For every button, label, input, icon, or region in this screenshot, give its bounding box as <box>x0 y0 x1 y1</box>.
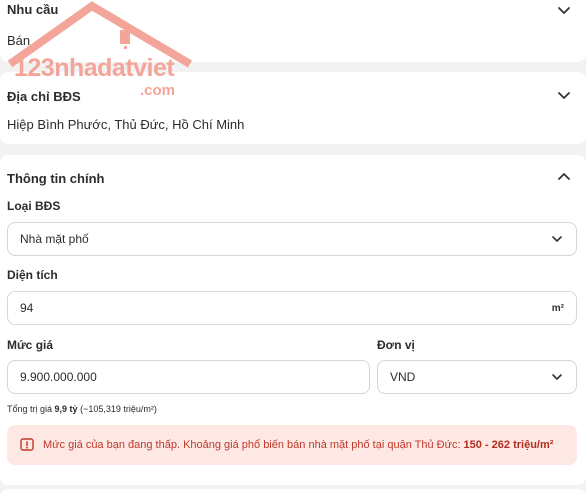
chevron-up-icon[interactable] <box>556 169 572 185</box>
area-label: Diện tích <box>7 268 58 282</box>
warning-range: 150 - 262 triệu/m² <box>463 439 554 451</box>
address-value: Hiệp Bình Phước, Thủ Đức, Hồ Chí Minh <box>7 117 245 132</box>
address-section[interactable]: Địa chỉ BĐS Hiệp Bình Phước, Thủ Đức, Hồ… <box>0 72 586 144</box>
total-amount: 9,9 tỷ <box>54 404 78 414</box>
price-label: Mức giá <box>7 338 54 352</box>
chevron-down-icon[interactable] <box>556 87 572 103</box>
unit-label: Đơn vị <box>377 338 415 352</box>
next-section <box>0 489 586 499</box>
unit-value: VND <box>390 370 416 384</box>
property-type-label: Loại BĐS <box>7 199 61 213</box>
warning-text: Mức giá của bạn đang thấp. Khoảng giá ph… <box>43 439 461 451</box>
price-warning: Mức giá của bạn đang thấp. Khoảng giá ph… <box>7 425 577 465</box>
chevron-down-icon <box>552 236 562 242</box>
warning-icon <box>20 438 34 451</box>
need-title: Nhu cầu <box>7 2 59 17</box>
area-value: 94 <box>20 301 34 315</box>
price-input[interactable]: 9.900.000.000 <box>7 360 370 394</box>
unit-select[interactable]: VND <box>377 360 577 394</box>
need-value: Bán <box>7 33 31 48</box>
area-input[interactable]: 94 m² <box>7 291 577 325</box>
price-value: 9.900.000.000 <box>20 370 97 384</box>
chevron-down-icon <box>552 374 562 380</box>
address-title: Địa chỉ BĐS <box>7 89 81 104</box>
property-type-select[interactable]: Nhà mặt phố <box>7 222 577 256</box>
total-prefix: Tổng trị giá <box>7 404 53 414</box>
property-type-value: Nhà mặt phố <box>20 232 89 246</box>
main-info-title: Thông tin chính <box>7 171 105 186</box>
total-per-m2: (~105,319 triệu/m²) <box>80 404 157 414</box>
total-value-text: Tổng trị giá 9,9 tỷ (~105,319 triệu/m²) <box>7 404 157 414</box>
area-unit: m² <box>551 302 564 314</box>
need-section[interactable]: Nhu cầu Bán <box>0 0 586 62</box>
chevron-down-icon[interactable] <box>556 2 572 18</box>
